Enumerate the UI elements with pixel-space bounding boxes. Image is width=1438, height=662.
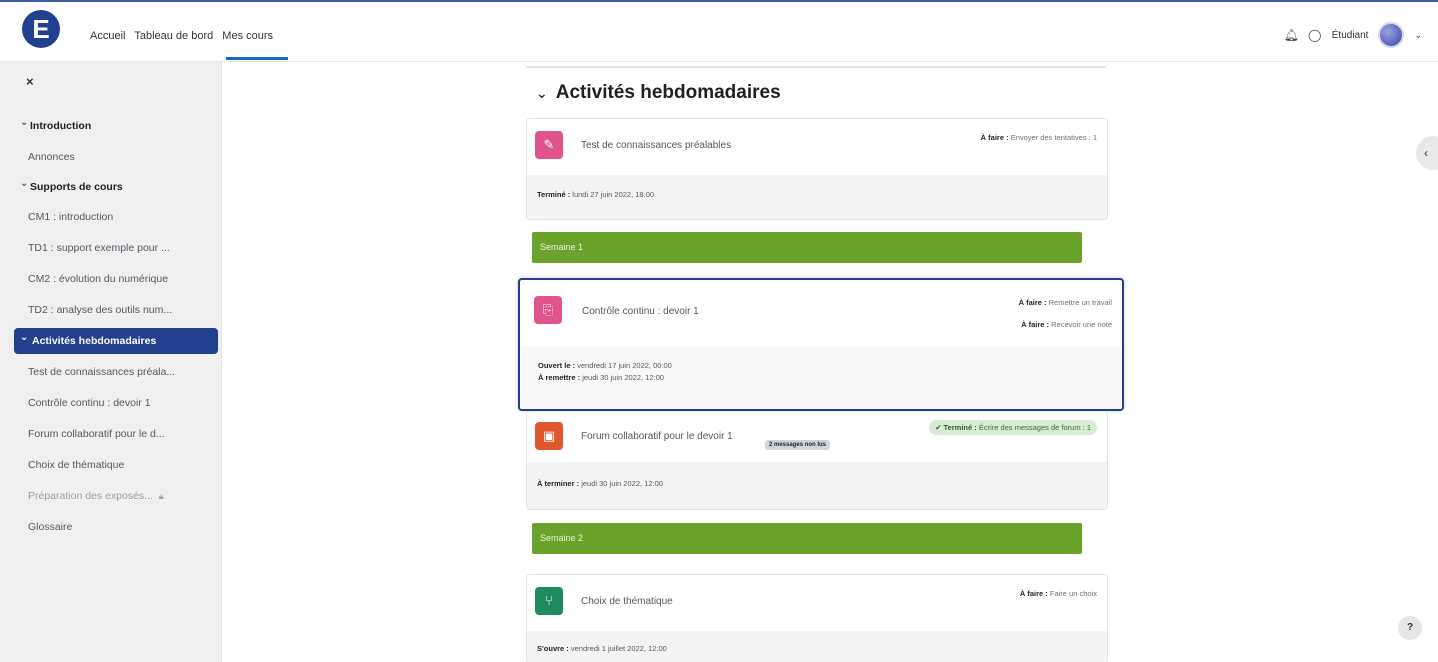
- activity-title[interactable]: Test de connaissances préalables: [581, 140, 731, 151]
- user-name[interactable]: Étudiant: [1332, 30, 1369, 41]
- todo-badge: À faire : Faire un choix: [1019, 589, 1097, 598]
- sidebar-item-prior-knowledge-test[interactable]: Test de connaissances préala...: [28, 366, 175, 378]
- sidebar-item-topic-choice[interactable]: Choix de thématique: [28, 459, 124, 471]
- sidebar-section-course-materials[interactable]: Supports de cours: [20, 178, 123, 193]
- chevron-down-icon[interactable]: ⌄: [536, 85, 548, 101]
- activity-dates: S'ouvre : vendredi 1 juillet 2022, 12:00: [527, 631, 1107, 662]
- section-title-text: Activités hebdomadaires: [555, 82, 781, 103]
- todo-badge: À faire : Envoyer des tentatives : 1: [980, 133, 1097, 142]
- sidebar-item-announcements[interactable]: Annonces: [28, 151, 75, 163]
- activity-quiz-card: ✎ Test de connaissances préalables À fai…: [526, 118, 1108, 220]
- activity-assignment-card: ⎘ Contrôle continu : devoir 1 À faire : …: [518, 278, 1124, 411]
- lock-icon: 🔒︎: [158, 491, 164, 501]
- week-2-header: Semaine 2: [532, 523, 1082, 554]
- primary-nav: Accueil Tableau de bord Mes cours: [90, 30, 279, 42]
- unread-badge[interactable]: 2 messages non lus: [765, 440, 831, 450]
- nav-link-my-courses[interactable]: Mes cours: [222, 30, 273, 42]
- activity-title[interactable]: Contrôle continu : devoir 1: [582, 306, 699, 317]
- sidebar-item-td1[interactable]: TD1 : support exemple pour ...: [28, 242, 170, 254]
- chevron-down-icon[interactable]: ⌄: [1414, 30, 1422, 41]
- chat-icon[interactable]: ◯: [1308, 28, 1322, 42]
- activity-choice-card: ⑂ Choix de thématique À faire : Faire un…: [526, 574, 1108, 662]
- avatar[interactable]: [1378, 22, 1405, 48]
- assignment-icon: ⎘: [534, 296, 562, 324]
- sidebar-item-assignment-1[interactable]: Contrôle continu : devoir 1: [28, 397, 151, 409]
- activity-dates: Ouvert le : vendredi 17 juin 2022, 00:00…: [520, 346, 1122, 409]
- divider: [526, 66, 1106, 68]
- sidebar-item-forum[interactable]: Forum collaboratif pour le d...: [28, 428, 165, 440]
- quiz-icon: ✎: [535, 131, 563, 159]
- sidebar-section-introduction[interactable]: Introduction: [20, 117, 91, 132]
- sidebar-item-glossary[interactable]: Glossaire: [28, 521, 72, 533]
- user-menu-area: 🔔︎ ◯ Étudiant ⌄: [1284, 22, 1422, 48]
- section-title[interactable]: ⌄ Activités hebdomadaires: [536, 82, 781, 104]
- nav-link-dashboard[interactable]: Tableau de bord: [134, 30, 213, 42]
- active-nav-indicator: [226, 57, 288, 60]
- sidebar-item-td2[interactable]: TD2 : analyse des outils num...: [28, 304, 172, 316]
- week-1-header: Semaine 1: [532, 232, 1082, 263]
- sidebar-item-presentations[interactable]: Préparation des exposés... 🔒︎: [28, 490, 164, 502]
- activity-forum-card: ▣ Forum collaboratif pour le devoir 1 2 …: [526, 412, 1108, 510]
- help-button[interactable]: ?: [1398, 616, 1422, 640]
- top-navbar: E Accueil Tableau de bord Mes cours 🔔︎ ◯…: [0, 0, 1438, 62]
- activity-title[interactable]: Forum collaboratif pour le devoir 1: [581, 431, 733, 442]
- forum-icon: ▣: [535, 422, 563, 450]
- bell-icon[interactable]: 🔔︎: [1284, 28, 1299, 42]
- sidebar-item-cm1[interactable]: CM1 : introduction: [28, 211, 113, 223]
- activity-title[interactable]: Choix de thématique: [581, 596, 673, 607]
- chevron-left-icon[interactable]: ‹: [1416, 136, 1438, 170]
- close-icon[interactable]: ×: [26, 74, 34, 89]
- choice-icon: ⑂: [535, 587, 563, 615]
- course-content: ⌄ Activités hebdomadaires ✎ Test de conna…: [222, 62, 1438, 662]
- activity-dates: À terminer : jeudi 30 juin 2022, 12:00: [527, 462, 1107, 509]
- activity-dates: Terminé : lundi 27 juin 2022, 18:00: [527, 175, 1107, 219]
- sidebar-item-label: Préparation des exposés...: [28, 490, 153, 502]
- completion-badge: ✔ Terminé : Écrire des messages de forum…: [929, 420, 1097, 435]
- sidebar-item-cm2[interactable]: CM2 : évolution du numérique: [28, 273, 168, 285]
- todo-badge: À faire : Recevoir une note: [1021, 320, 1112, 329]
- site-logo[interactable]: E: [22, 10, 60, 48]
- todo-badge: À faire : Remettre un travail: [1018, 298, 1112, 307]
- nav-link-home[interactable]: Accueil: [90, 30, 125, 42]
- course-index-drawer: × Introduction Annonces Supports de cour…: [0, 62, 222, 662]
- sidebar-section-weekly-activities[interactable]: Activités hebdomadaires: [14, 325, 218, 354]
